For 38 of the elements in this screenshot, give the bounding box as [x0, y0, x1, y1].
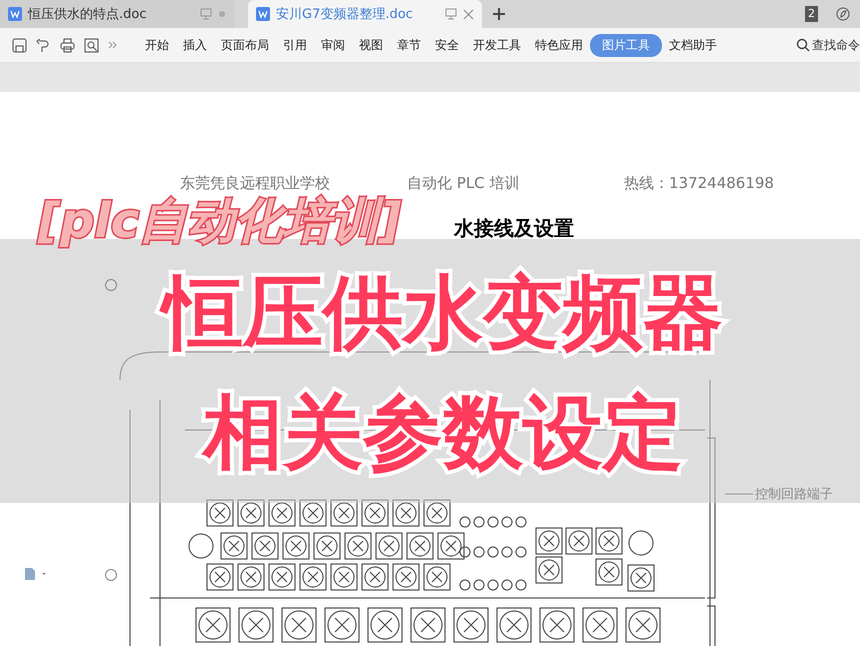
menu-tab[interactable]: 开始 — [138, 34, 176, 56]
header-text: 东莞凭良远程职业学校 — [180, 174, 331, 193]
header-text: 热线：13724486198 — [624, 174, 774, 193]
save-icon[interactable] — [12, 38, 27, 52]
menu-tab[interactable]: 视图 — [352, 34, 390, 56]
menu-tab[interactable]: 引用 — [276, 34, 314, 56]
dot-icon — [218, 10, 226, 18]
add-tab-icon[interactable] — [492, 7, 506, 21]
menu-tab[interactable]: 特色应用 — [528, 34, 590, 56]
print-icon[interactable] — [60, 38, 75, 52]
more-icon[interactable] — [108, 40, 118, 50]
menu-tab[interactable]: 章节 — [390, 34, 428, 56]
overlay-tag-text: [plc自动化培训] — [38, 197, 402, 245]
menu-tab[interactable]: 插入 — [176, 34, 214, 56]
search-icon — [796, 38, 810, 52]
command-search[interactable]: 查找命令 — [796, 36, 860, 54]
close-icon[interactable] — [463, 8, 474, 20]
document-icon — [8, 7, 22, 21]
line-icon — [725, 493, 753, 495]
menu-tab[interactable]: 开发工具 — [466, 34, 528, 56]
document-tab[interactable]: 安川G7变频器整理.doc — [248, 0, 482, 28]
document-tab[interactable]: 恒压供水的特点.doc — [0, 0, 234, 28]
diagram-label: 控制回路端子 — [755, 486, 833, 503]
document-icon — [256, 7, 270, 21]
overlay-headline: 相关参数设定 — [203, 393, 683, 473]
menu-tab[interactable]: 文档助手 — [662, 34, 724, 56]
window-count-badge[interactable]: 2 — [805, 6, 818, 22]
margin-marker-icon — [105, 569, 117, 581]
margin-marker-icon — [105, 279, 117, 291]
header-text: 自动化 PLC 培训 — [407, 174, 520, 193]
monitor-icon[interactable] — [445, 8, 457, 20]
menu-tab[interactable]: 安全 — [428, 34, 466, 56]
document-title: 水接线及设置 — [454, 215, 575, 242]
menu-tab[interactable]: 审阅 — [314, 34, 352, 56]
print-preview-icon[interactable] — [84, 38, 99, 52]
menu-tab[interactable]: 页面布局 — [214, 34, 276, 56]
leaf-icon[interactable] — [836, 7, 850, 21]
undo-icon[interactable] — [36, 38, 51, 52]
